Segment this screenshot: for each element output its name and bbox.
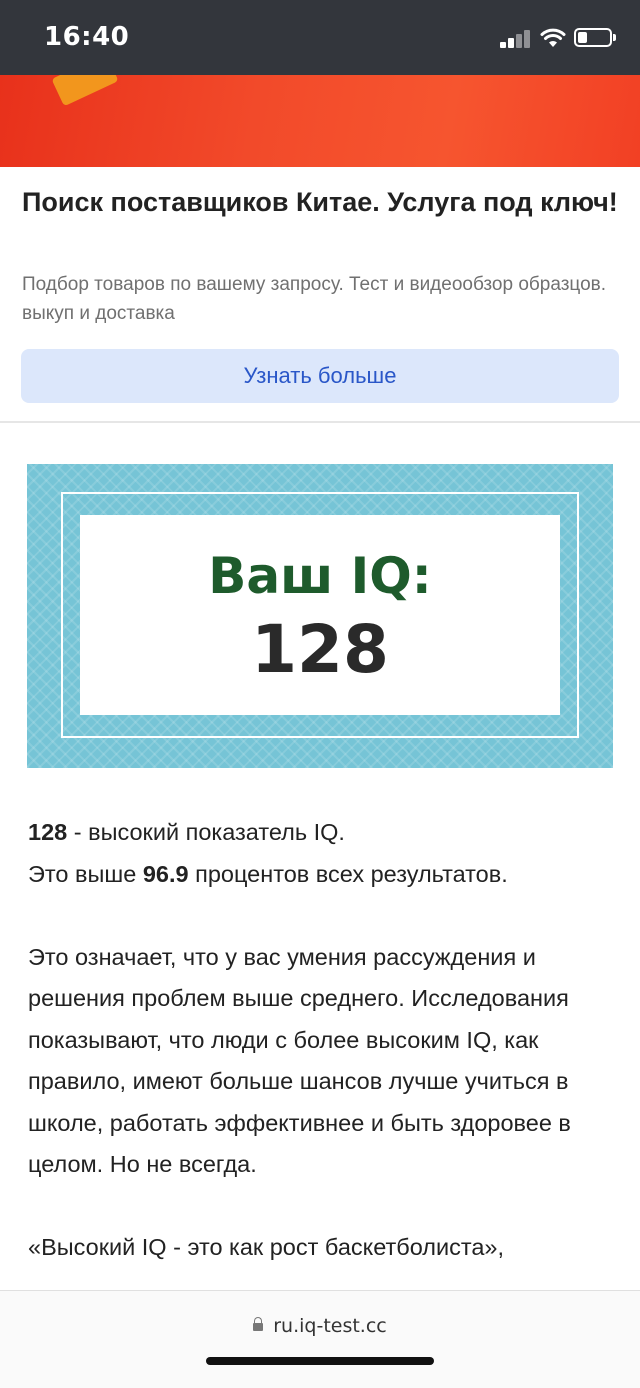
explanation-paragraph: Это означает, что у вас умения рассужден… xyxy=(28,943,571,1178)
browser-address-bar[interactable]: ru.iq-test.cc xyxy=(0,1290,640,1388)
percentile-number: 96.9 xyxy=(142,860,189,887)
ad-image[interactable] xyxy=(0,75,640,167)
learn-more-button[interactable]: Узнать больше xyxy=(21,349,619,403)
score-number: 128 xyxy=(28,819,68,845)
iq-score: 128 xyxy=(251,611,389,688)
quote-paragraph: «Высокий IQ - это как рост баскетболиста… xyxy=(28,1234,505,1260)
url-text[interactable]: ru.iq-test.cc xyxy=(273,1315,387,1337)
result-article: 128 - высокий показатель IQ. Это выше 96… xyxy=(28,812,624,1269)
home-indicator[interactable] xyxy=(206,1357,434,1365)
ad-title[interactable]: Поиск поставщиков Китае. Услуга под ключ… xyxy=(22,182,622,222)
clock: 16:40 xyxy=(44,22,130,52)
status-bar: 16:40 xyxy=(0,0,640,75)
wifi-icon xyxy=(540,28,566,47)
percentile-line: Это выше 96.9 процентов всех результатов… xyxy=(28,860,508,887)
iq-result-card: Ваш IQ: 128 xyxy=(27,464,613,768)
iq-label: Ваш IQ: xyxy=(208,547,432,605)
card-inner: Ваш IQ: 128 xyxy=(80,515,560,715)
cellular-signal-icon xyxy=(500,30,534,48)
ad-description: Подбор товаров по вашему запросу. Тест и… xyxy=(22,274,607,324)
divider xyxy=(0,421,640,423)
lock-icon xyxy=(253,1317,264,1331)
battery-icon xyxy=(574,28,616,47)
score-summary: 128 - высокий показатель IQ. xyxy=(28,819,345,845)
